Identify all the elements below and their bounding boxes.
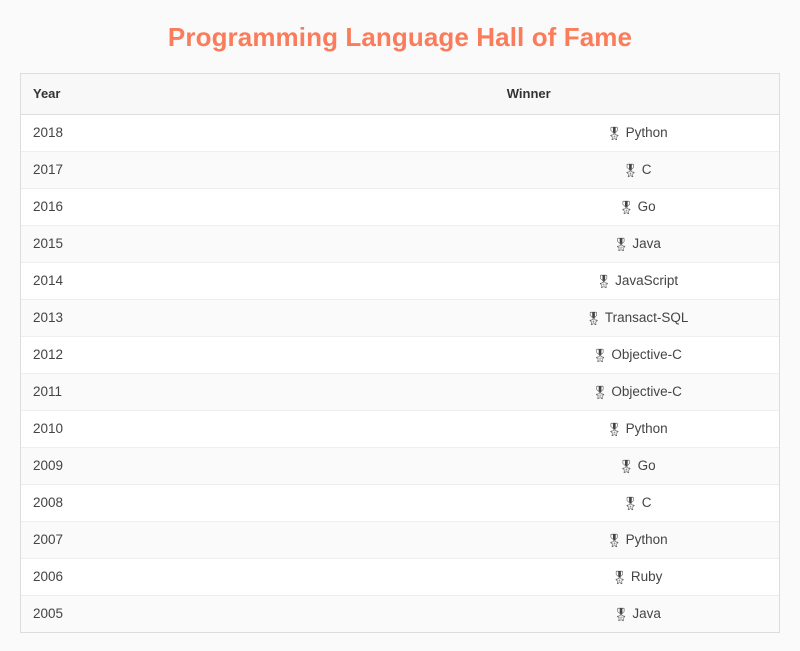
military-medal-icon: 🎖 [618,459,635,475]
column-header-year[interactable]: Year [21,74,495,115]
cell-year: 2011 [21,373,495,411]
cell-winner: 🎖 JavaScript [494,262,779,300]
winner-label: Ruby [630,569,663,585]
winner-label: Go [637,199,656,215]
page-container: Programming Language Hall of Fame Year W… [0,0,800,651]
cell-year: 2016 [21,188,495,226]
table-row[interactable]: 2006 🎖 Ruby [21,558,779,596]
page-title: Programming Language Hall of Fame [167,22,633,52]
winner-label: Java [632,236,661,252]
military-medal-icon: 🎖 [612,237,630,253]
cell-year: 2018 [21,114,495,152]
military-medal-icon: 🎖 [622,496,639,512]
cell-year: 2009 [21,447,495,485]
cell-winner: 🎖 Go [494,188,779,226]
table-row[interactable]: 2018 🎖 Python [21,114,779,152]
winner-label: Transact-SQL [604,310,689,326]
hall-of-fame-table: Year Winner 2018 🎖 Python 2017 🎖 C 2016 🎖 Go 2015… [21,74,779,633]
cell-year: 2014 [21,262,495,300]
cell-year: 2017 [21,151,495,189]
winner-label: C [641,495,652,511]
table-row[interactable]: 2005 🎖 Java [21,595,779,633]
winner-label: Python [625,532,668,548]
cell-winner: 🎖 Go [494,447,779,485]
cell-winner: 🎖 Java [494,225,779,263]
table-row[interactable]: 2008 🎖 C [21,484,779,522]
table-row[interactable]: 2009 🎖 Go [21,447,779,485]
cell-winner: 🎖 Ruby [494,558,779,596]
military-medal-icon: 🎖 [618,200,635,216]
table-row[interactable]: 2013 🎖 Transact-SQL [21,299,779,337]
cell-winner: 🎖 Objective-C [494,336,779,374]
military-medal-icon: 🎖 [595,274,613,290]
cell-winner: 🎖 Python [494,114,779,152]
cell-winner: 🎖 C [494,151,779,189]
winner-label: Objective-C [611,347,682,363]
table-row[interactable]: 2017 🎖 C [21,151,779,189]
cell-year: 2008 [21,484,495,522]
military-medal-icon: 🎖 [591,385,609,401]
winner-label: Go [637,458,656,474]
table-row[interactable]: 2011 🎖 Objective-C [21,373,779,411]
winner-label: Python [625,125,668,141]
cell-year: 2005 [33,606,64,622]
cell-winner: 🎖 Objective-C [494,373,779,411]
winner-label: Objective-C [611,384,682,400]
winner-label: Java [632,606,661,622]
table-row[interactable]: 2012 🎖 Objective-C [21,336,779,374]
table-row[interactable]: 2015 🎖 Java [21,225,779,263]
cell-year: 2015 [21,225,495,263]
military-medal-icon: 🎖 [606,422,623,438]
cell-year: 2010 [21,410,495,448]
table-row[interactable]: 2016 🎖 Go [21,188,779,226]
cell-winner: 🎖 Transact-SQL [494,299,779,337]
table-row[interactable]: 2007 🎖 Python [21,521,779,559]
table-row[interactable]: 2014 🎖 JavaScript [21,262,779,300]
cell-year: 2013 [21,299,495,337]
column-header-winner[interactable]: Winner [494,74,779,115]
military-medal-icon: 🎖 [585,311,602,327]
cell-winner: 🎖 Python [494,410,779,448]
table-row[interactable]: 2010 🎖 Python [21,410,779,448]
cell-winner: 🎖 Java [495,595,779,632]
military-medal-icon: 🎖 [606,533,623,549]
cell-winner: 🎖 C [494,484,779,522]
military-medal-icon: 🎖 [622,163,639,179]
cell-winner: 🎖 Python [494,521,779,559]
cell-year: 2007 [21,521,495,559]
winner-label: C [641,162,652,178]
hall-of-fame-table-container: Year Winner 2018 🎖 Python 2017 🎖 C 2016 🎖 Go 2015… [20,73,780,634]
table-body: 2018 🎖 Python 2017 🎖 C 2016 🎖 Go 2015 🎖 Java 2014 🎖 Ja… [21,114,779,633]
cell-year: 2006 [21,558,495,596]
military-medal-icon: 🎖 [611,570,628,586]
cell-year: 2012 [21,336,495,374]
table-header: Year Winner [21,74,779,115]
military-medal-icon: 🎖 [612,607,630,623]
table-header-row: Year Winner [21,74,779,115]
winner-label: Python [625,421,668,437]
military-medal-icon: 🎖 [591,348,609,364]
military-medal-icon: 🎖 [606,126,623,142]
winner-label: JavaScript [615,273,679,289]
